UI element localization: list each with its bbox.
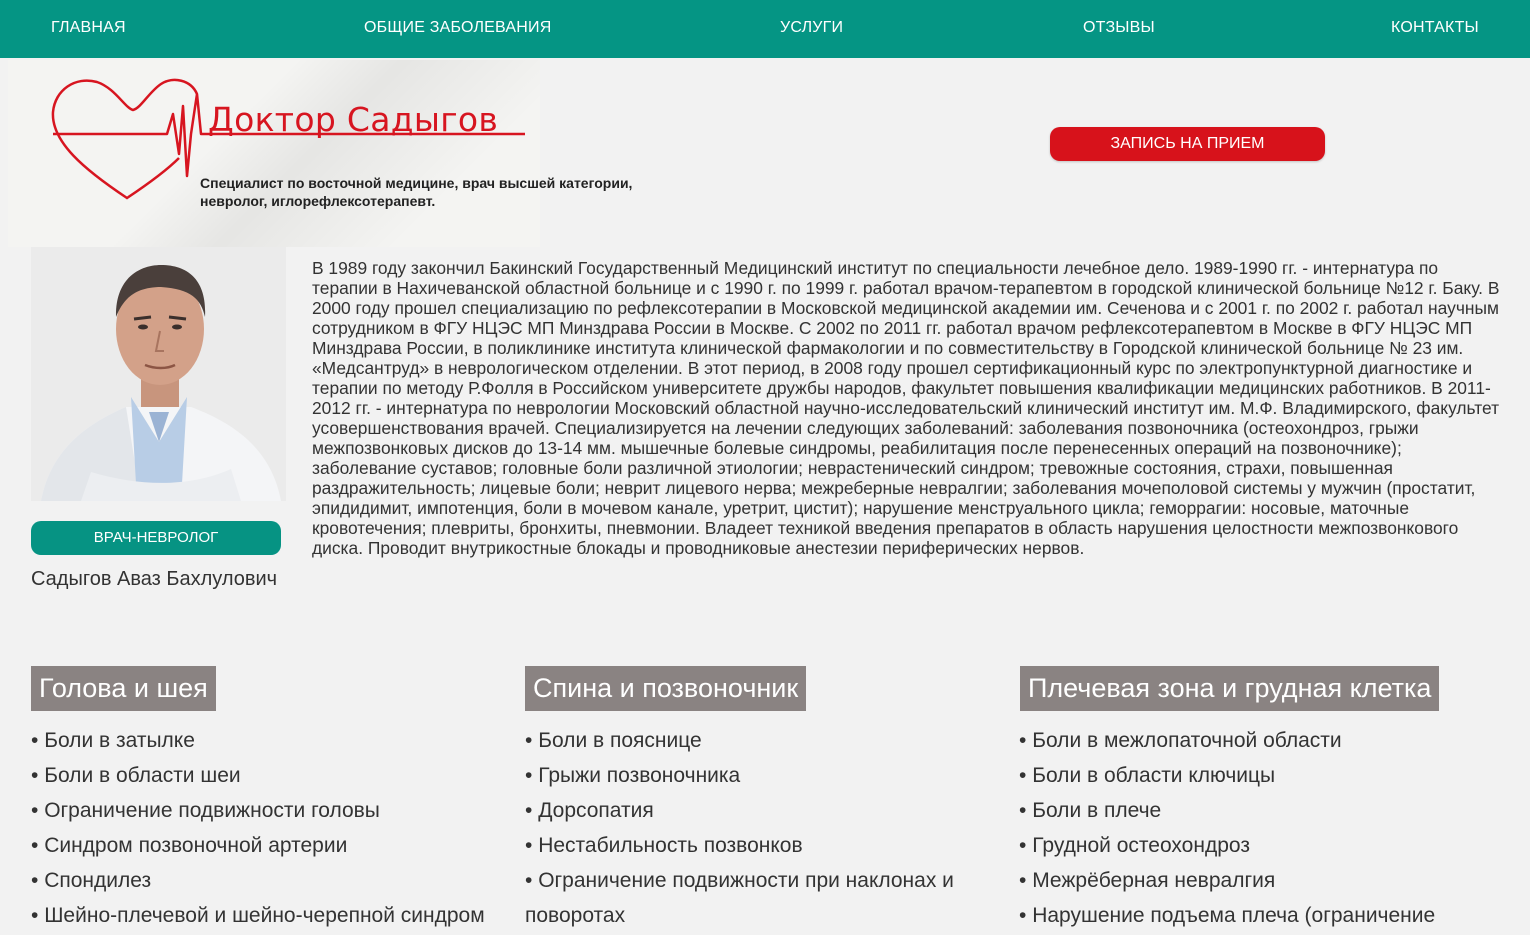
doctor-name: Садыгов Аваз Бахлулович: [31, 568, 278, 590]
nav-home[interactable]: ГЛАВНАЯ: [51, 19, 126, 37]
nav-contacts[interactable]: КОНТАКТЫ: [1391, 19, 1479, 37]
list-item[interactable]: Боли в межлопаточной области: [1019, 723, 1499, 758]
nav-general-diseases[interactable]: ОБЩИЕ ЗАБОЛЕВАНИЯ: [364, 19, 551, 37]
list-item[interactable]: Боли в плече: [1019, 793, 1499, 828]
list-item[interactable]: Дорсопатия: [525, 793, 975, 828]
category-title-head-neck[interactable]: Голова и шея: [31, 666, 216, 711]
brand-subtitle-line1: Специалист по восточной медицине, врач в…: [200, 175, 633, 191]
list-item[interactable]: Шейно-плечевой и шейно-черепной синдром: [31, 898, 511, 933]
list-item[interactable]: Грыжи позвоночника: [525, 758, 975, 793]
list-item[interactable]: Боли в области шеи: [31, 758, 511, 793]
category-list-back-spine: Боли в пояснице Грыжи позвоночника Дорсо…: [525, 723, 975, 933]
list-item[interactable]: Грудной остеохондроз: [1019, 828, 1499, 863]
list-item[interactable]: Нестабильность позвонков: [525, 828, 975, 863]
category-title-shoulder-chest[interactable]: Плечевая зона и грудная клетка: [1020, 666, 1440, 711]
top-navigation: ГЛАВНАЯ ОБЩИЕ ЗАБОЛЕВАНИЯ УСЛУГИ ОТЗЫВЫ …: [0, 0, 1530, 58]
list-item[interactable]: Боли в пояснице: [525, 723, 975, 758]
role-badge[interactable]: ВРАЧ-НЕВРОЛОГ: [31, 521, 281, 555]
category-list-shoulder-chest: Боли в межлопаточной области Боли в обла…: [1019, 723, 1499, 933]
list-item[interactable]: Синдром позвоночной артерии: [31, 828, 511, 863]
list-item[interactable]: Ограничение подвижности при наклонах и п…: [525, 863, 975, 933]
appointment-button[interactable]: ЗАПИСЬ НА ПРИЕМ: [1050, 127, 1325, 161]
doctor-photo: [31, 247, 286, 501]
brand-subtitle-line2: невролог, иглорефлексотерапевт.: [200, 193, 436, 209]
list-item[interactable]: Боли в области ключицы: [1019, 758, 1499, 793]
doctor-portrait-icon: [31, 247, 286, 501]
brand-subtitle: Специалист по восточной медицине, врач в…: [200, 174, 720, 210]
category-title-back-spine[interactable]: Спина и позвоночник: [525, 666, 807, 711]
list-item[interactable]: Спондилез: [31, 863, 511, 898]
nav-reviews[interactable]: ОТЗЫВЫ: [1083, 19, 1155, 37]
brand-title[interactable]: Доктор Садыгов: [208, 100, 498, 139]
list-item[interactable]: Межрёберная невралгия: [1019, 863, 1499, 898]
list-item[interactable]: Боли в затылке: [31, 723, 511, 758]
category-list-head-neck: Боли в затылке Боли в области шеи Ограни…: [31, 723, 511, 933]
list-item[interactable]: Нарушение подъема плеча (ограничение: [1019, 898, 1499, 933]
list-item[interactable]: Ограничение подвижности головы: [31, 793, 511, 828]
doctor-bio: В 1989 году закончил Бакинский Государст…: [312, 258, 1500, 558]
nav-services[interactable]: УСЛУГИ: [780, 19, 843, 37]
